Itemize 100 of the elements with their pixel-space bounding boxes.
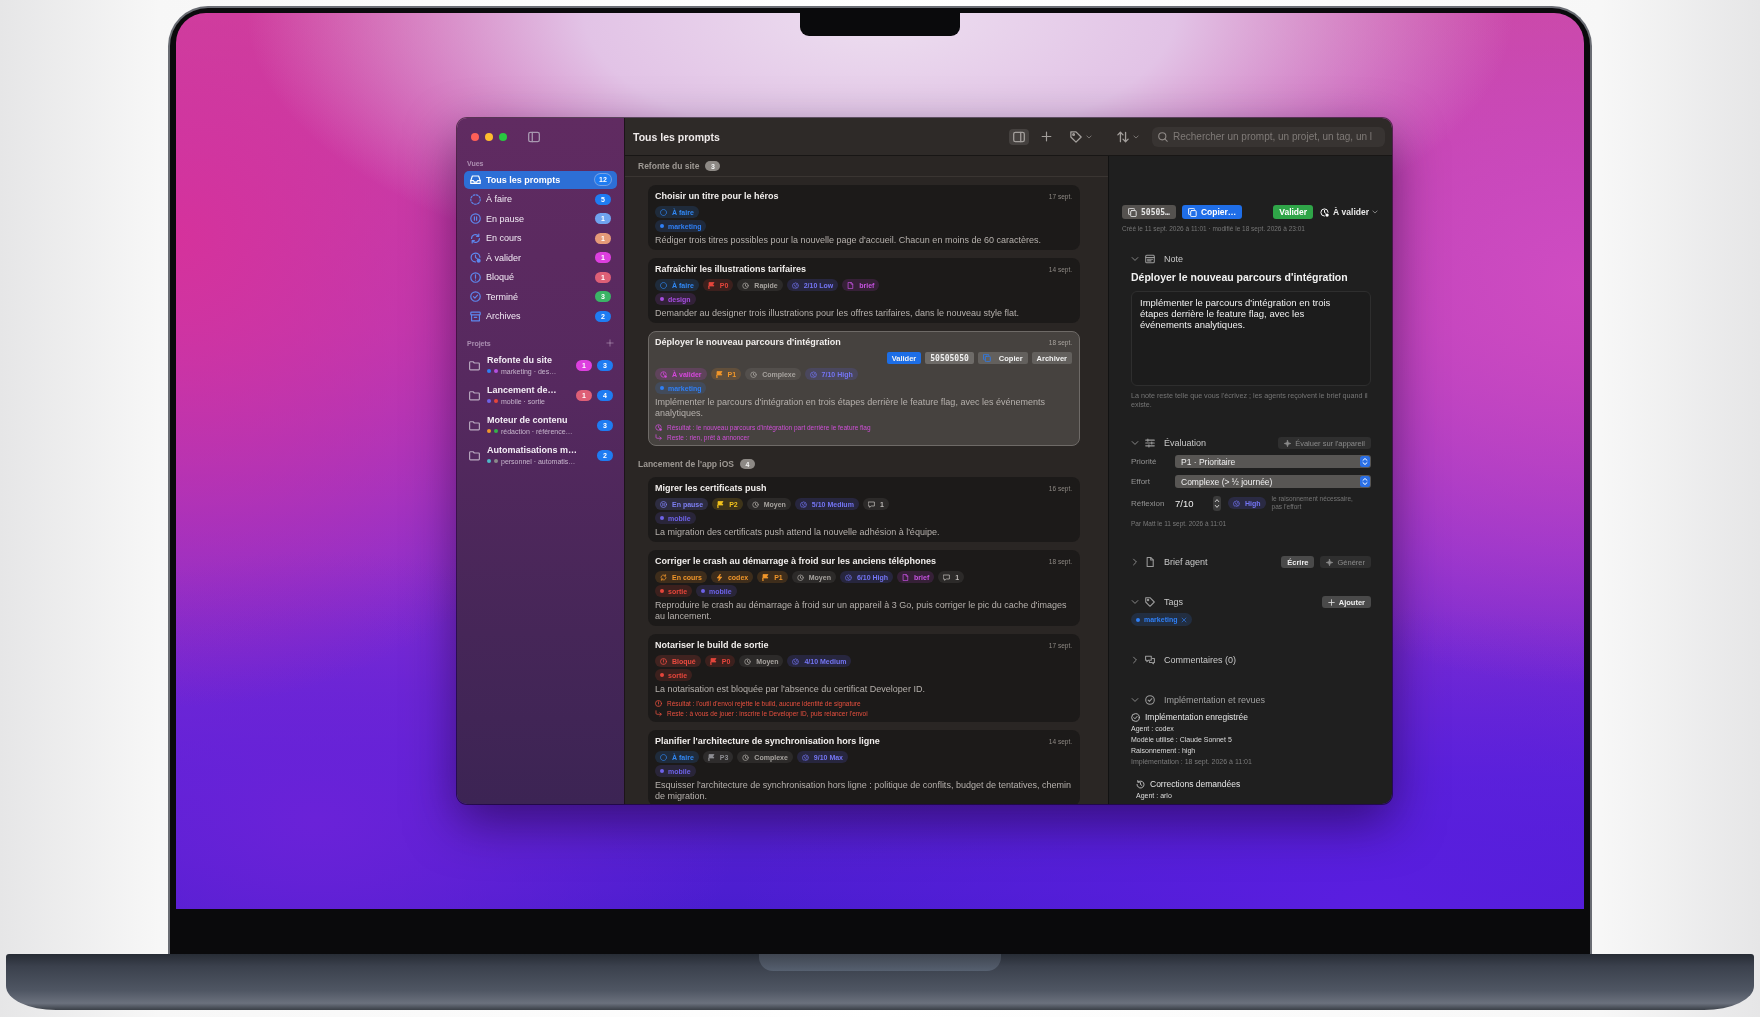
card-description: La notarisation est bloquée par l'absence du certificat Developer ID. xyxy=(655,684,926,695)
clock-icon xyxy=(742,753,750,761)
stepper-icon xyxy=(1360,456,1370,467)
card-title: Choisir un titre pour le héros xyxy=(655,190,780,202)
prompt-card[interactable] xyxy=(648,634,1080,722)
brain-icon xyxy=(809,370,817,378)
pause-icon xyxy=(470,213,481,224)
copy-icon xyxy=(1128,207,1137,217)
card-description: Reproduire le crash au démarrage à froid sur un appareil à 3 Go, puis corriger le pic du cache d'images au lancement. xyxy=(655,600,1068,622)
sparkle-icon xyxy=(1326,558,1334,566)
copy-id-button[interactable]: 50505… xyxy=(1122,205,1176,219)
clock-icon xyxy=(796,573,804,581)
section-title: Brief agent xyxy=(1164,557,1209,567)
stepper-icon[interactable] xyxy=(1213,495,1221,511)
tag-icon xyxy=(1145,597,1155,607)
comment-icon xyxy=(867,500,875,508)
comments-icon xyxy=(1145,655,1155,665)
dashed-circle-icon xyxy=(660,753,667,761)
clock-icon xyxy=(742,281,750,289)
section-title: Note xyxy=(1164,254,1184,264)
folder-icon xyxy=(469,389,480,401)
dashed-circle-icon xyxy=(470,193,481,205)
tray-icon xyxy=(470,174,481,185)
chevron-down-icon[interactable] xyxy=(1131,439,1139,447)
stepper-icon xyxy=(1360,476,1370,487)
return-arrow-icon xyxy=(655,709,662,717)
entry-title: Implémentation enregistrée xyxy=(1145,712,1248,722)
chevron-right-icon[interactable] xyxy=(1131,656,1139,664)
card-description: Esquisser l'architecture de synchronisation hors ligne : politique de conflits, budget de tentatives, chemin de migration. xyxy=(655,780,1072,802)
clock-icon xyxy=(751,500,759,508)
archive-icon xyxy=(470,310,481,322)
chevron-down-icon xyxy=(1372,209,1378,215)
bolt-icon xyxy=(715,573,723,581)
clock-check-icon xyxy=(1320,207,1330,217)
select-field[interactable]: P1 · Prioritaire xyxy=(1175,455,1371,468)
alert-icon xyxy=(655,699,662,707)
chevron-down-icon[interactable] xyxy=(1133,133,1139,140)
prompt-card[interactable] xyxy=(648,331,1080,446)
tag-icon[interactable] xyxy=(1070,130,1082,143)
sort-icon[interactable] xyxy=(1117,130,1129,143)
group-title: Refonte du site xyxy=(638,161,700,171)
return-arrow-icon xyxy=(655,433,662,441)
prompt-id-button[interactable]: 50505050 xyxy=(925,352,974,364)
clock-icon xyxy=(750,370,758,378)
select-field[interactable]: Complexe (> ½ journée) xyxy=(1175,475,1371,488)
field-label: Réflexion xyxy=(1131,498,1166,508)
chevron-down-icon[interactable] xyxy=(1131,598,1139,606)
folder-icon xyxy=(469,449,480,461)
prompt-card[interactable] xyxy=(648,730,1080,804)
card-title: Rafraîchir les illustrations tarifaires xyxy=(655,263,808,275)
zoom-window-button[interactable] xyxy=(499,132,507,141)
window-title: Tous les prompts xyxy=(633,130,721,143)
field-label: Priorité xyxy=(1131,457,1158,466)
brain-icon xyxy=(1233,499,1240,507)
minimize-window-button[interactable] xyxy=(485,132,493,141)
note-field[interactable]: Implémenter le parcours d'intégration en trois étapes derrière le feature flag, avec les événements analytiques. xyxy=(1131,291,1371,386)
prompt-card[interactable] xyxy=(648,550,1080,626)
chevron-down-icon[interactable] xyxy=(1131,696,1139,704)
search-icon xyxy=(1158,131,1168,142)
folder-icon xyxy=(469,359,480,371)
plus-icon xyxy=(1327,598,1335,606)
close-icon[interactable] xyxy=(1181,616,1188,623)
check-circle-icon xyxy=(1131,712,1140,722)
section-title: Évaluation xyxy=(1164,438,1208,448)
comment-icon xyxy=(943,573,951,581)
brain-icon xyxy=(792,657,800,665)
check-circle-icon xyxy=(1145,695,1155,705)
copy-prompt-button[interactable]: Copier… xyxy=(1181,205,1243,219)
card-description: La migration des certificats push attend la nouvelle adhésion à l'équipe. xyxy=(655,527,941,538)
refresh-icon xyxy=(660,573,667,581)
card-description: Demander au designer trois illustrations pour les offres tarifaires, dans le nouveau style flat. xyxy=(655,308,1021,319)
brain-icon xyxy=(801,753,809,761)
close-window-button[interactable] xyxy=(471,132,479,141)
group-title: Lancement de l'app iOS xyxy=(638,459,734,469)
card-title: Corriger le crash au démarrage à froid sur les anciens téléphones xyxy=(655,555,938,567)
brain-icon xyxy=(791,281,799,289)
card-description: Implémenter le parcours d'intégration en trois étapes derrière le feature flag, avec les événements analytiques. xyxy=(655,397,1046,419)
section-title: Implémentation et revues xyxy=(1164,695,1267,705)
document-icon xyxy=(902,573,910,581)
clock-icon xyxy=(744,657,752,665)
plus-icon[interactable] xyxy=(1041,131,1052,142)
check-circle-icon xyxy=(470,291,481,302)
card-description: Rédiger trois titres possibles pour la nouvelle page d'accueil. Chacun en moins de 60 caractères. xyxy=(655,235,1042,246)
sidebar-icon[interactable] xyxy=(528,130,540,143)
section-title: Commentaires (0) xyxy=(1164,655,1238,665)
sidebar-icon xyxy=(1013,130,1025,143)
folder-icon xyxy=(469,419,480,431)
inspector-toggle-button[interactable] xyxy=(1009,128,1029,145)
chevron-down-icon[interactable] xyxy=(1131,255,1139,263)
card-title: Déployer le nouveau parcours d'intégration xyxy=(655,336,842,348)
section-title: Tags xyxy=(1164,597,1184,607)
card-title: Migrer les certificats push xyxy=(655,482,768,494)
sliders-icon xyxy=(1145,438,1155,448)
status-dropdown[interactable]: À valider xyxy=(1320,205,1378,219)
sparkle-icon xyxy=(1284,439,1292,447)
pause-icon xyxy=(660,500,667,508)
chevron-right-icon[interactable] xyxy=(1131,558,1139,566)
chevron-down-icon[interactable] xyxy=(1086,133,1092,140)
note-title: Déployer le nouveau parcours d'intégration xyxy=(1131,271,1349,284)
reasoning-value: 7/10 xyxy=(1175,497,1195,509)
